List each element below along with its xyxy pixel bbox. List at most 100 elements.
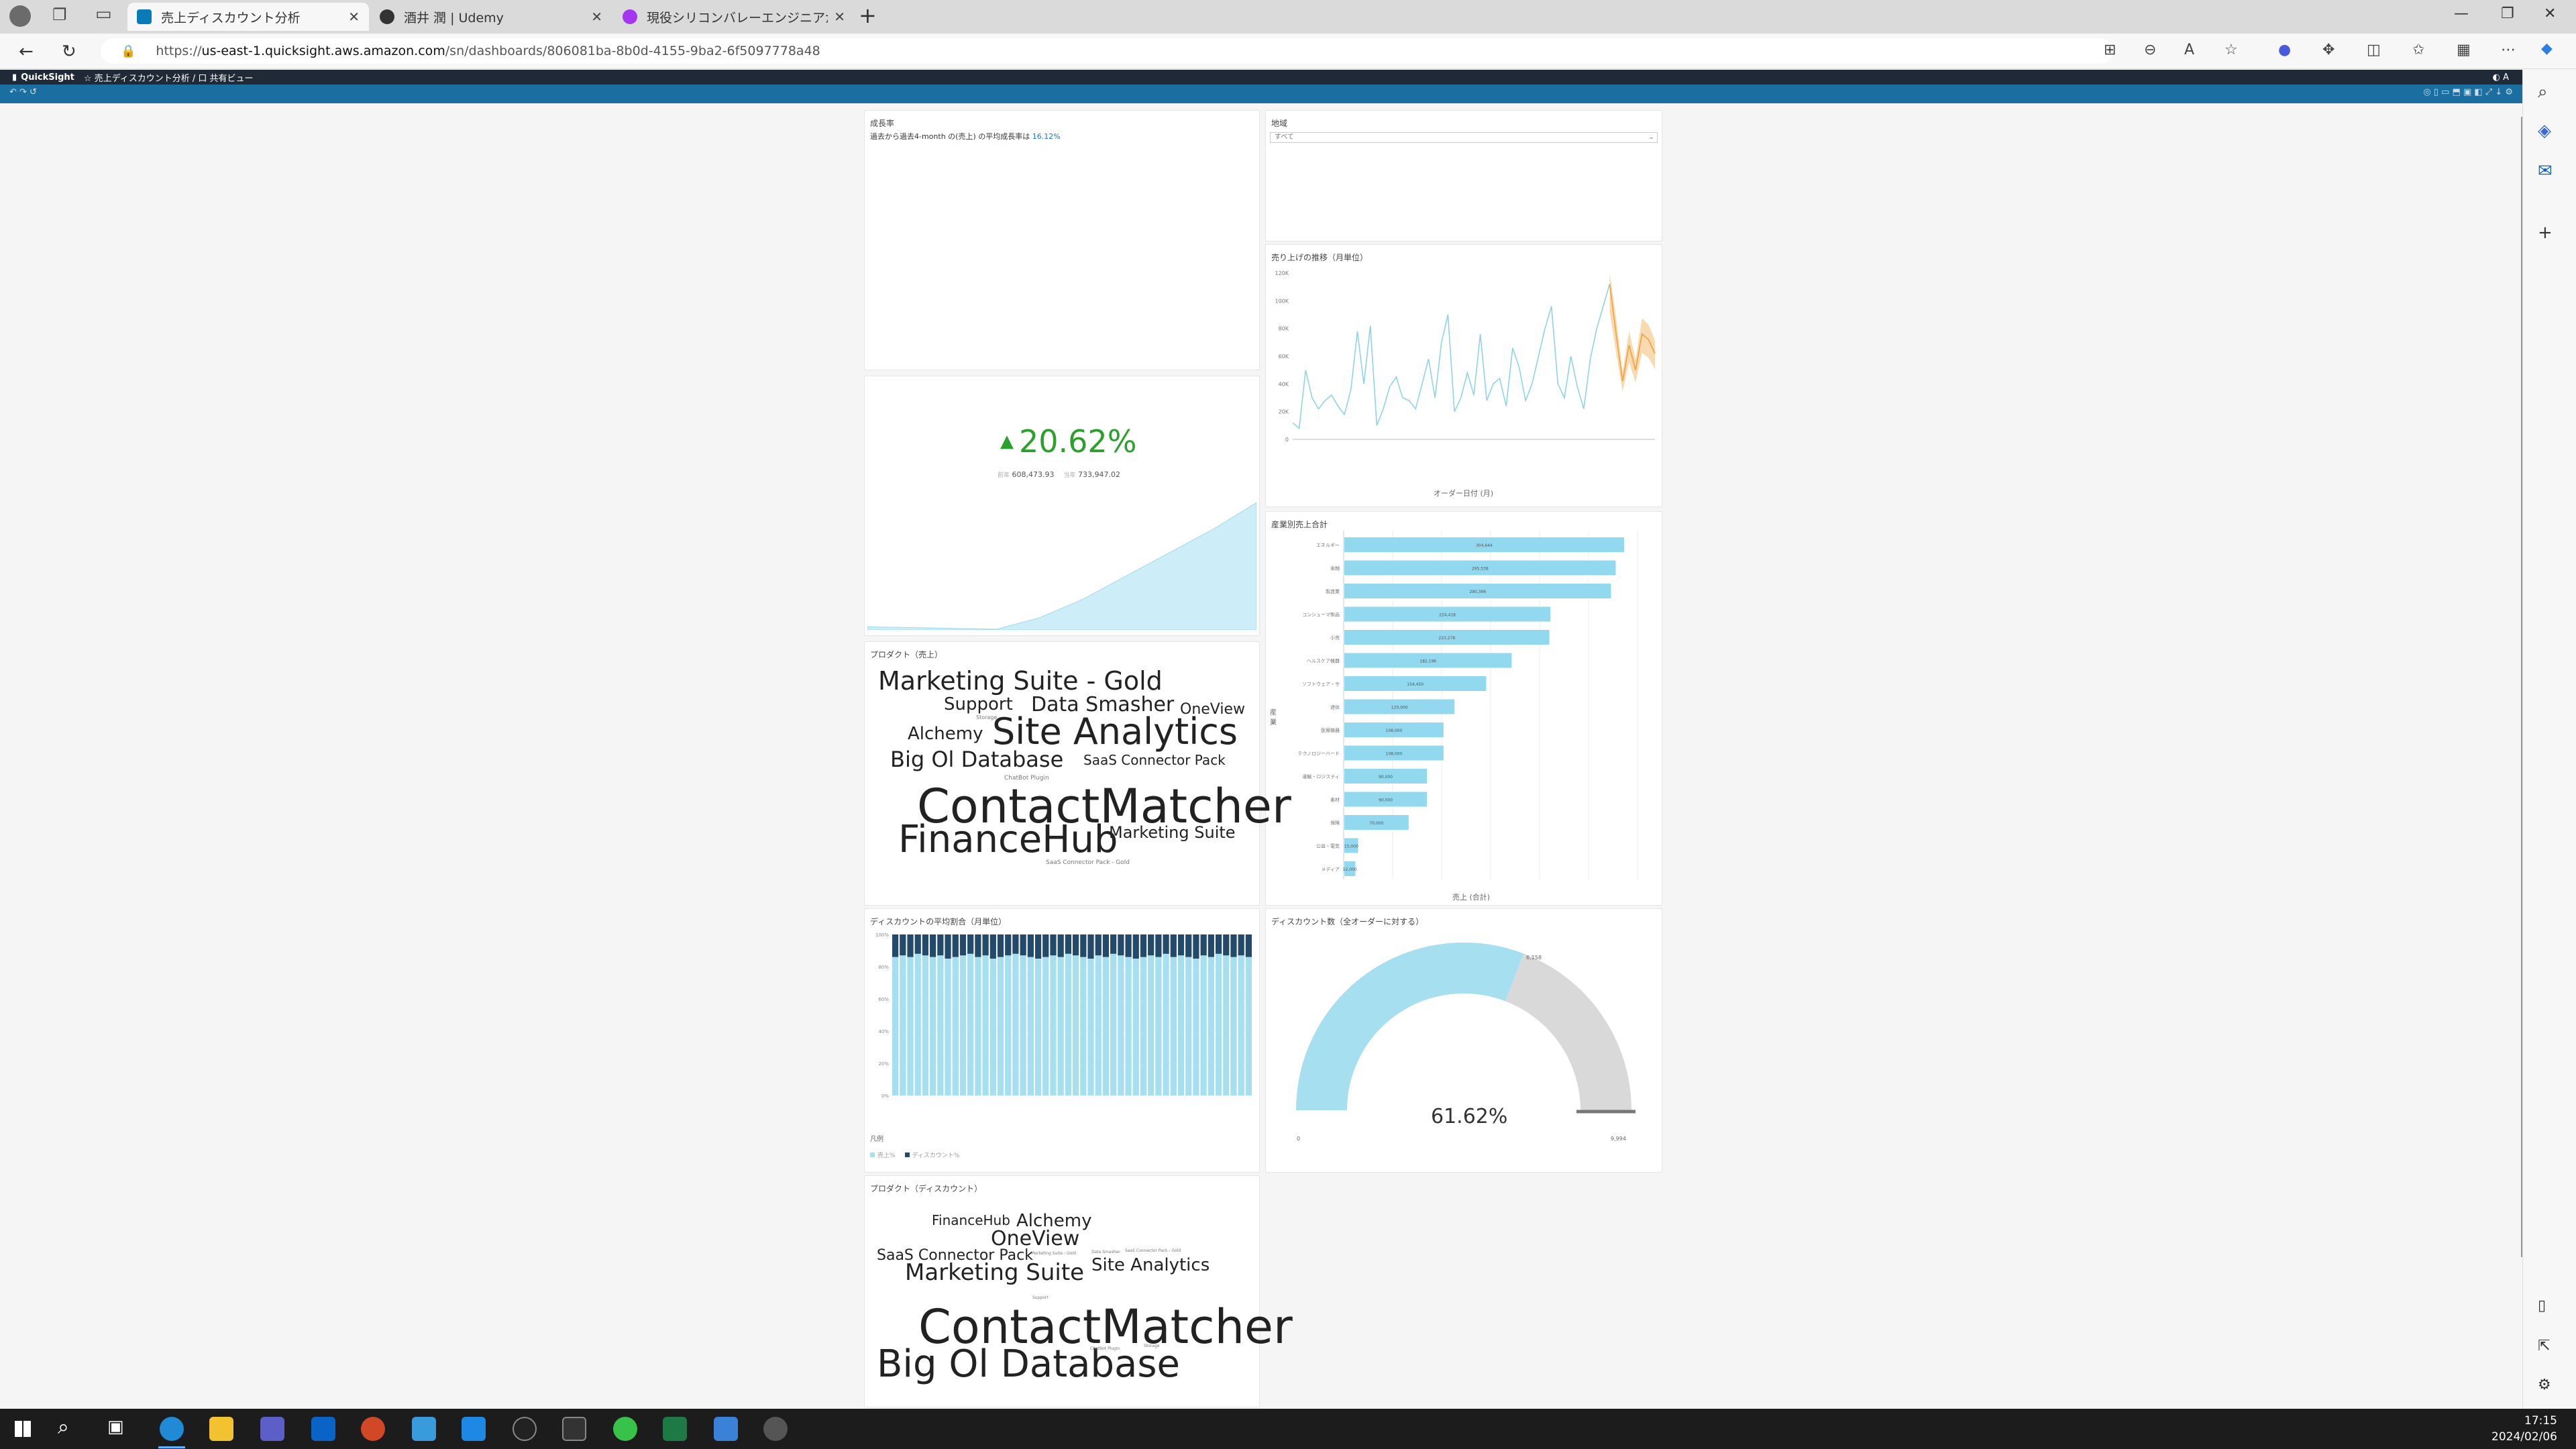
category-label: 製造業 bbox=[1326, 588, 1340, 594]
terminal-icon[interactable] bbox=[562, 1417, 586, 1441]
product-sales-wordcloud[interactable]: プロダクト（売上） Marketing Suite - Gold Support… bbox=[864, 641, 1291, 906]
tab-sales-discount[interactable]: 売上ディスカウント分析 ✕ bbox=[127, 3, 369, 31]
back-icon[interactable]: ← bbox=[19, 42, 34, 62]
collections-icon[interactable]: ▦ bbox=[2457, 42, 2471, 58]
profile-avatar[interactable] bbox=[9, 5, 31, 27]
outlook-app-icon[interactable] bbox=[311, 1417, 335, 1441]
word-alchemy[interactable]: Alchemy bbox=[908, 724, 983, 744]
outlook-icon[interactable]: ✉ bbox=[2538, 161, 2553, 181]
minimize-icon[interactable]: — bbox=[2454, 5, 2469, 22]
word-storage[interactable]: Storage bbox=[1144, 1344, 1159, 1348]
vscode-icon[interactable] bbox=[462, 1417, 486, 1441]
close-window-icon[interactable]: ✕ bbox=[2544, 5, 2556, 22]
close-tab-icon[interactable]: ✕ bbox=[348, 9, 360, 25]
word-storage[interactable]: Storage bbox=[976, 714, 997, 720]
toolbar-actions-icon[interactable]: ◎ ▯ ▭ ⬒ ▣ ◧ ⤢ ↓ ⚙ bbox=[2423, 87, 2513, 97]
favorite-star-icon[interactable]: ☆ bbox=[2224, 42, 2238, 58]
store-icon[interactable] bbox=[412, 1417, 436, 1441]
task-view-icon[interactable]: ▣ bbox=[107, 1417, 124, 1437]
teams-icon[interactable] bbox=[260, 1417, 284, 1441]
word-marketing-suite[interactable]: Marketing Suite bbox=[905, 1259, 1084, 1286]
discount-gauge-visual[interactable]: ディスカウント数（全オーダーに対する） 61.62% 0 9,994 6,158 bbox=[1265, 908, 1662, 1173]
word-saas-connector-pack-gold[interactable]: SaaS Connector Pack - Gold bbox=[1046, 859, 1130, 866]
word-support[interactable]: Support bbox=[1032, 1295, 1049, 1300]
word-big-ol-database[interactable]: Big Ol Database bbox=[890, 747, 1063, 772]
category-label: 金融 bbox=[1330, 566, 1340, 572]
word-saas-connector-pack[interactable]: SaaS Connector Pack bbox=[1083, 752, 1226, 768]
close-tab-icon[interactable]: ✕ bbox=[591, 9, 602, 25]
industry-sales-visual[interactable]: 産業別売上合計 産業 エネルギー 304,644 金融 295,538 製造業 290,3… bbox=[1265, 511, 1662, 906]
word-big-ol-database[interactable]: Big Ol Database bbox=[877, 1342, 1180, 1386]
discount-bar bbox=[1132, 934, 1139, 959]
word-data-smasher[interactable]: Data Smasher bbox=[1091, 1250, 1120, 1254]
split-screen-icon[interactable]: ◫ bbox=[2367, 42, 2381, 58]
word-marketing-suite-gold[interactable]: Marketing Suite - Gold bbox=[878, 666, 1163, 696]
hbar-chart-svg[interactable]: エネルギー 304,644 金融 295,538 製造業 290,396 コンシューマ製品 2… bbox=[1275, 531, 1658, 886]
edge-app-icon[interactable] bbox=[160, 1417, 184, 1441]
new-tab-icon[interactable]: + bbox=[859, 3, 877, 28]
discount-bar bbox=[1245, 934, 1252, 957]
word-marketing-suite[interactable]: Marketing Suite bbox=[1109, 823, 1236, 842]
powerpoint-icon[interactable] bbox=[361, 1417, 385, 1441]
legend-item[interactable]: ディスカウント% bbox=[904, 1150, 960, 1159]
zoom-icon[interactable]: ⊖ bbox=[2144, 42, 2156, 58]
excel-icon[interactable] bbox=[663, 1417, 687, 1441]
add-sidebar-icon[interactable]: + bbox=[2538, 223, 2553, 243]
kpi-visual[interactable]: ▲ 20.62% 前年 608,473.93 当年 733,947.02 bbox=[864, 376, 1260, 636]
vertical-tabs-icon[interactable]: ▭ bbox=[95, 4, 112, 24]
app-available-icon[interactable]: ⊞ bbox=[2104, 42, 2116, 58]
taskbar-clock[interactable]: 17:15 2024/02/06 bbox=[2491, 1413, 2557, 1445]
category-label: 保険 bbox=[1330, 820, 1340, 826]
favorites-icon[interactable]: ✩ bbox=[2412, 42, 2424, 58]
category-label: コンシューマ製品 bbox=[1302, 612, 1340, 618]
undo-icon[interactable]: ↶ ↷ ↺ bbox=[9, 87, 37, 97]
remote-desktop-icon[interactable] bbox=[714, 1417, 738, 1441]
word-site-analytics[interactable]: Site Analytics bbox=[1091, 1255, 1210, 1275]
legend-item[interactable]: 売上% bbox=[870, 1150, 896, 1159]
close-tab-icon[interactable]: ✕ bbox=[834, 9, 845, 25]
tab-udemy[interactable]: 酒井 潤 | Udemy ✕ bbox=[370, 3, 612, 31]
read-aloud-icon[interactable]: A bbox=[2184, 42, 2194, 58]
app-icon[interactable] bbox=[513, 1417, 537, 1441]
settings-app-icon[interactable] bbox=[763, 1417, 788, 1441]
word-financehub[interactable]: FinanceHub bbox=[898, 818, 1118, 861]
sales-bar bbox=[1208, 957, 1214, 1095]
discount-bar bbox=[1110, 934, 1117, 954]
word-saas-connector-pack-gold[interactable]: SaaS Connector Pack - Gold bbox=[1125, 1248, 1181, 1253]
growth-visual[interactable]: 成長率 過去から過去4-month の(売上) の平均成長率は 16.12% bbox=[864, 110, 1260, 370]
word-chatbot-plugin[interactable]: ChatBot Plugin bbox=[1090, 1346, 1120, 1351]
product-discount-wordcloud[interactable]: プロダクト（ディスカウント） FinanceHub Alchemy OneVie… bbox=[864, 1175, 1293, 1407]
tab-udemy-course[interactable]: 現役シリコンバレーエンジニアが教える ✕ bbox=[613, 3, 855, 31]
sales-bar bbox=[1185, 957, 1192, 1095]
refresh-icon[interactable]: ↻ bbox=[62, 42, 76, 62]
settings-gear-icon[interactable]: ⚙ bbox=[2538, 1377, 2551, 1393]
quicksight-brand[interactable]: QuickSight bbox=[21, 72, 74, 83]
search-icon[interactable]: ⌕ bbox=[2538, 82, 2548, 103]
workspaces-icon[interactable]: ❐ bbox=[52, 5, 67, 24]
account-icon[interactable]: ◐ A bbox=[2493, 72, 2509, 83]
extension-circle-icon[interactable]: ● bbox=[2278, 42, 2291, 58]
word-marketing-suite-gold[interactable]: Marketing Suite - Gold bbox=[1031, 1251, 1076, 1256]
more-menu-icon[interactable]: ⋯ bbox=[2501, 42, 2516, 58]
discount-avg-visual[interactable]: ディスカウントの平均割合（月単位） 0% 20% 40% 60% 80% 100% 凡例 … bbox=[864, 908, 1260, 1173]
copilot-sidebar-icon[interactable]: ◈ bbox=[2538, 121, 2551, 141]
line-chart-svg[interactable]: 0 20K 40K 60K 80K 100K 120K bbox=[1266, 265, 1662, 486]
word-financehub[interactable]: FinanceHub bbox=[932, 1212, 1010, 1228]
url-field[interactable]: 🔒 https://us-east-1.quicksight.aws.amazo… bbox=[101, 38, 2113, 64]
monthly-sales-visual[interactable]: 売り上げの推移（月単位） 0 20K 40K 60K 80K 100K 120K オーダー日… bbox=[1265, 244, 1662, 507]
copilot-icon[interactable]: ◆ bbox=[2541, 40, 2553, 57]
extensions-icon[interactable]: ✥ bbox=[2322, 42, 2334, 58]
file-explorer-icon[interactable] bbox=[209, 1417, 233, 1441]
sidebar-toggle-icon[interactable]: ▯ bbox=[2538, 1297, 2546, 1314]
windows-start-icon[interactable] bbox=[15, 1421, 31, 1437]
restore-icon[interactable]: ❐ bbox=[2501, 5, 2514, 22]
search-icon[interactable]: ⌕ bbox=[58, 1415, 69, 1439]
line-app-icon[interactable] bbox=[613, 1417, 637, 1441]
breadcrumb[interactable]: ☆ 売上ディスカウント分析 / 口 共有ビュー bbox=[84, 71, 254, 84]
discount-bar bbox=[982, 934, 989, 956]
stacked-bar-chart-svg[interactable]: 0% 20% 40% 60% 80% 100% bbox=[865, 928, 1259, 1122]
region-dropdown[interactable]: すべて ⌄ bbox=[1270, 132, 1658, 143]
open-external-icon[interactable]: ⇱ bbox=[2538, 1338, 2550, 1354]
sales-bar bbox=[1020, 955, 1026, 1095]
discount-bar bbox=[1057, 934, 1064, 957]
